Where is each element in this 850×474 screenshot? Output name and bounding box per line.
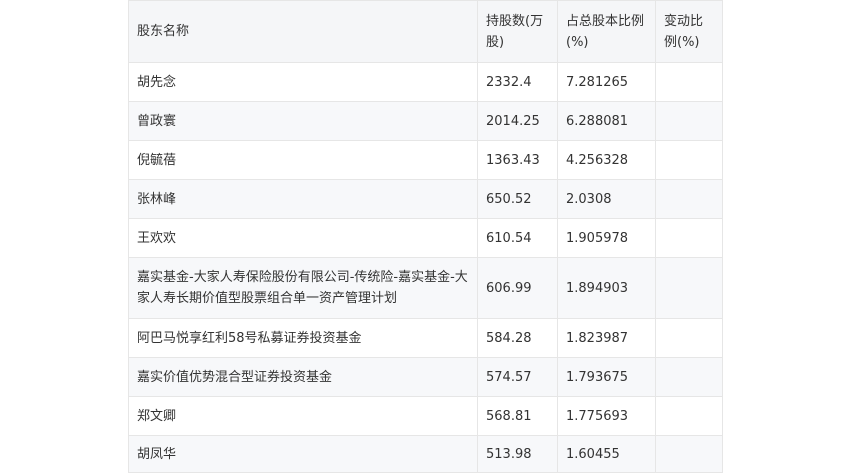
cell-ratio: 1.775693 <box>557 396 656 436</box>
cell-shares: 650.52 <box>477 179 558 219</box>
cell-shares: 1363.43 <box>477 140 558 180</box>
cell-change <box>655 318 723 358</box>
cell-ratio: 2.0308 <box>557 179 656 219</box>
cell-name: 胡先念 <box>128 62 478 102</box>
header-shares: 持股数(万股) <box>477 0 558 63</box>
cell-change <box>655 101 723 141</box>
cell-name: 张林峰 <box>128 179 478 219</box>
cell-name: 嘉实基金-大家人寿保险股份有限公司-传统险-嘉实基金-大家人寿长期价值型股票组合… <box>128 257 478 319</box>
table-row: 胡凤华 513.98 1.60455 <box>128 435 723 473</box>
table-row: 嘉实价值优势混合型证券投资基金 574.57 1.793675 <box>128 357 723 397</box>
table-row: 阿巴马悦享红利58号私募证券投资基金 584.28 1.823987 <box>128 318 723 358</box>
cell-name: 倪毓蓓 <box>128 140 478 180</box>
shareholder-table-container: 股东名称 持股数(万股) 占总股本比例(%) 变动比例(%) 胡先念 2332.… <box>128 0 723 473</box>
cell-shares: 606.99 <box>477 257 558 319</box>
cell-change <box>655 435 723 473</box>
cell-change <box>655 218 723 258</box>
cell-name: 阿巴马悦享红利58号私募证券投资基金 <box>128 318 478 358</box>
table-row: 曾政寰 2014.25 6.288081 <box>128 101 723 141</box>
cell-name: 胡凤华 <box>128 435 478 473</box>
table-header-row: 股东名称 持股数(万股) 占总股本比例(%) 变动比例(%) <box>128 0 723 63</box>
cell-shares: 610.54 <box>477 218 558 258</box>
cell-change <box>655 357 723 397</box>
cell-ratio: 7.281265 <box>557 62 656 102</box>
header-shareholder-name: 股东名称 <box>128 0 478 63</box>
table-row: 胡先念 2332.4 7.281265 <box>128 62 723 102</box>
table-row: 王欢欢 610.54 1.905978 <box>128 218 723 258</box>
cell-shares: 574.57 <box>477 357 558 397</box>
cell-name: 嘉实价值优势混合型证券投资基金 <box>128 357 478 397</box>
cell-ratio: 1.823987 <box>557 318 656 358</box>
cell-name: 曾政寰 <box>128 101 478 141</box>
cell-shares: 2014.25 <box>477 101 558 141</box>
table-row: 张林峰 650.52 2.0308 <box>128 179 723 219</box>
cell-name: 郑文卿 <box>128 396 478 436</box>
cell-ratio: 4.256328 <box>557 140 656 180</box>
cell-ratio: 1.793675 <box>557 357 656 397</box>
table-row: 郑文卿 568.81 1.775693 <box>128 396 723 436</box>
cell-ratio: 6.288081 <box>557 101 656 141</box>
cell-change <box>655 62 723 102</box>
table-row: 倪毓蓓 1363.43 4.256328 <box>128 140 723 180</box>
cell-shares: 568.81 <box>477 396 558 436</box>
cell-ratio: 1.905978 <box>557 218 656 258</box>
shareholder-table: 股东名称 持股数(万股) 占总股本比例(%) 变动比例(%) 胡先念 2332.… <box>128 0 723 473</box>
cell-change <box>655 257 723 319</box>
cell-ratio: 1.894903 <box>557 257 656 319</box>
cell-change <box>655 179 723 219</box>
table-row: 嘉实基金-大家人寿保险股份有限公司-传统险-嘉实基金-大家人寿长期价值型股票组合… <box>128 257 723 319</box>
cell-shares: 513.98 <box>477 435 558 473</box>
cell-shares: 584.28 <box>477 318 558 358</box>
cell-change <box>655 396 723 436</box>
cell-ratio: 1.60455 <box>557 435 656 473</box>
cell-shares: 2332.4 <box>477 62 558 102</box>
cell-change <box>655 140 723 180</box>
header-ratio: 占总股本比例(%) <box>557 0 656 63</box>
cell-name: 王欢欢 <box>128 218 478 258</box>
header-change: 变动比例(%) <box>655 0 723 63</box>
